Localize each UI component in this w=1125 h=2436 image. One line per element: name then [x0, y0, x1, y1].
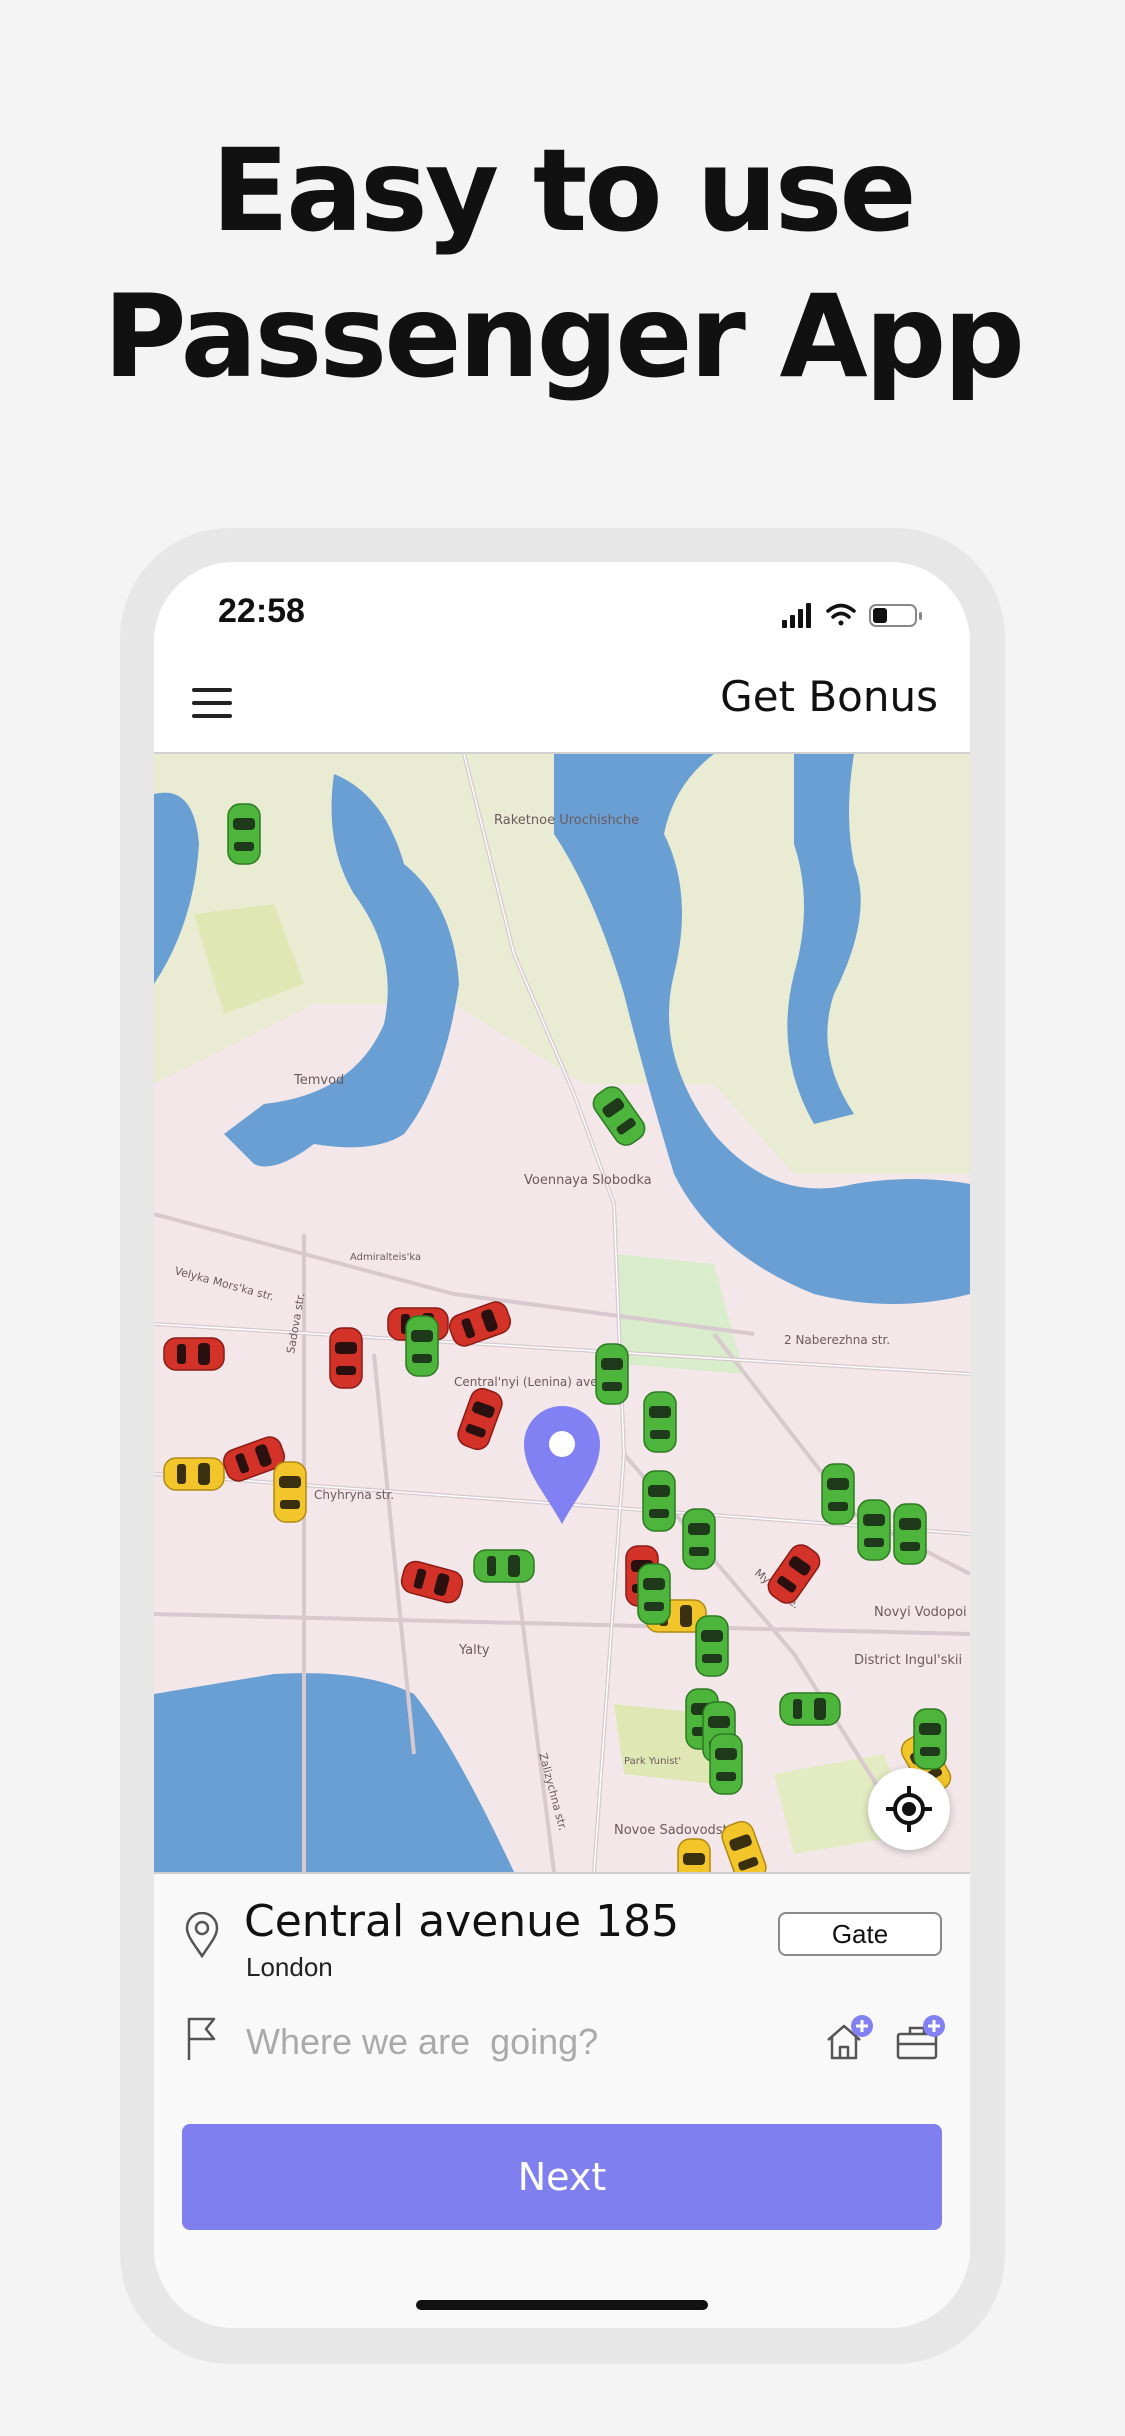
map-label: Temvod: [293, 1073, 344, 1088]
destination-input[interactable]: [244, 2014, 768, 2070]
crosshair-locate-icon: [886, 1786, 932, 1832]
briefcase-add-icon[interactable]: [894, 2014, 946, 2066]
flag-icon: [187, 2017, 216, 2060]
home-indicator[interactable]: [416, 2300, 708, 2310]
map-label: Voennaya Slobodka: [524, 1173, 652, 1188]
next-button[interactable]: Next: [182, 2124, 942, 2230]
promo-headline-line1: Easy to use: [211, 124, 917, 257]
pickup-address[interactable]: Central avenue 185: [244, 1896, 679, 1947]
locate-me-button[interactable]: [868, 1768, 950, 1850]
status-time: 22:58: [218, 592, 305, 630]
map-canvas: Raketnoe Urochishche Temvod Voennaya Slo…: [154, 754, 970, 1872]
phone-screen: 22:58 Get Bonus Raketnoe Urochishche Tem…: [154, 562, 970, 2328]
battery-icon: [869, 604, 922, 627]
map-label: Park Yunist': [624, 1756, 681, 1767]
location-pin-icon: [185, 1912, 219, 1958]
wifi-icon: [826, 603, 856, 626]
home-add-icon[interactable]: [822, 2014, 874, 2066]
map-label: Novyi Vodopoi: [874, 1605, 967, 1620]
app-bar: Get Bonus: [154, 652, 970, 754]
map-label: 2 Naberezhna str.: [784, 1333, 890, 1347]
map-label: District Ingul'skii: [854, 1653, 962, 1668]
map-label: Yalty: [458, 1643, 490, 1658]
signal-icon: [782, 603, 811, 628]
gate-button[interactable]: Gate: [778, 1912, 942, 1956]
map-label: Central'nyi (Lenina) ave.: [454, 1375, 601, 1389]
promo-headline-line2: Passenger App: [103, 270, 1025, 403]
hamburger-menu-icon[interactable]: [192, 688, 232, 720]
status-bar: 22:58: [154, 562, 970, 652]
map-view[interactable]: Raketnoe Urochishche Temvod Voennaya Slo…: [154, 754, 970, 1872]
trip-panel: Central avenue 185 London Gate Next: [154, 1872, 970, 2328]
status-icons: [782, 603, 922, 628]
get-bonus-button[interactable]: Get Bonus: [720, 672, 938, 721]
map-label: Raketnoe Urochishche: [494, 813, 639, 828]
map-label: Chyhryna str.: [314, 1488, 394, 1502]
map-label: Admiralteis'ka: [350, 1252, 421, 1263]
promo-headline: Easy to use Passenger App: [0, 118, 1125, 410]
pickup-city: London: [246, 1952, 333, 1982]
